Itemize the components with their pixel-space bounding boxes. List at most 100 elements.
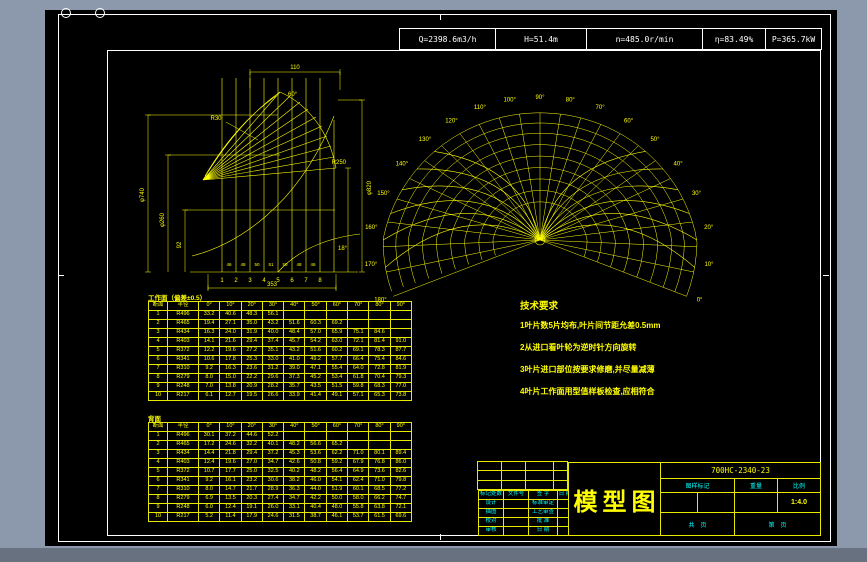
radius-leader-label: R250 <box>332 160 347 166</box>
thickness-value: 46 <box>310 262 316 267</box>
centering-tick <box>440 14 441 20</box>
thickness-value: 46 <box>226 262 232 267</box>
registration-mark-icon <box>95 8 105 18</box>
notes-title: 技术要求 <box>520 301 559 312</box>
table-row: 2 R465 17.2 24.6 32.2 40.1 48.2 56.6 65.2 <box>148 440 413 450</box>
radial-grid-line <box>393 239 541 297</box>
tech-note-item: 2从进口看叶轮为逆时针方向旋转 <box>520 343 637 352</box>
section-number: 6 <box>290 278 294 284</box>
section-number: 5 <box>276 278 280 284</box>
blade-edge-curve <box>539 151 646 241</box>
mark-cell-2 <box>697 492 735 513</box>
table-row: 9 R248 7.0 13.8 20.9 28.2 35.7 43.5 51.5 59.8 68.3… <box>148 382 413 392</box>
param-power: P=365.7kW <box>765 28 822 50</box>
radial-grid-line <box>539 124 602 241</box>
section-number: 1 <box>220 278 224 284</box>
angle-label: 80° <box>566 97 576 103</box>
table-row: 3 R434 16.3 24.0 31.9 40.0 48.4 57.0 65.9 75.1 84.… <box>148 328 413 338</box>
angle-label: 60° <box>624 119 634 125</box>
column-header: 签 字 <box>528 490 558 500</box>
back-face-table: 断面 半径 0° 10° 20° 30° 40° 50° 60° 70° 80° 90° 1 R496 30… <box>148 422 413 522</box>
column-header: 50° <box>304 422 327 432</box>
tech-note-item: 4叶片工作面用型值样板检查,应相符合 <box>520 387 655 396</box>
desktop-bottom-band <box>0 548 867 562</box>
column-header: 80° <box>368 422 391 432</box>
column-header: 70° <box>347 422 370 432</box>
weight-value <box>734 492 778 513</box>
table-row: 4 R403 12.4 19.6 27.0 34.7 42.6 50.8 59.2 67.9 76.… <box>148 458 413 468</box>
table-row: 6 R341 10.6 17.8 25.3 33.0 41.0 49.2 57.7 66.4 75.… <box>148 355 413 365</box>
blade-edge-curve <box>434 151 541 241</box>
angle-label: 130° <box>419 137 432 143</box>
radial-grid-line <box>383 239 541 248</box>
sheet-number: 第 页 <box>734 512 821 536</box>
drawing-sheet: Q=2398.6m3/h H=51.4m n=485.0r/min η=83.4… <box>45 8 837 546</box>
angle-label: 50° <box>650 137 660 143</box>
centering-tick <box>440 534 441 540</box>
angle-top-label: 60° <box>288 92 298 98</box>
blade-edge-curve <box>539 200 690 241</box>
registration-mark-icon <box>61 8 71 18</box>
radial-grid-line <box>478 124 541 241</box>
dimension-lines <box>145 69 365 291</box>
blade-edge-curve <box>539 224 695 268</box>
angle-label: 70° <box>596 105 606 111</box>
table-row: 4 R403 14.1 21.6 29.4 37.4 45.7 54.2 63.0 72.1 81.… <box>148 337 413 347</box>
radial-grid-line <box>519 114 541 241</box>
column-header: 0° <box>197 422 221 432</box>
angle-label: 10° <box>704 262 714 268</box>
table-row: 10 R217 5.2 11.4 17.9 24.6 31.5 38.7 46.1 53.7 61.… <box>148 512 413 522</box>
table-row: 设计 标准审定 <box>478 499 573 509</box>
revision-rows <box>477 461 568 490</box>
drawing-title: 模型图 <box>573 488 661 516</box>
table-row: 5 R372 12.2 19.6 27.2 35.1 43.2 51.6 60.2 69.1 78.… <box>148 346 413 356</box>
column-header: 20° <box>240 422 263 432</box>
tech-note-item: 3叶片进口部位按要求修磨,并尽量减薄 <box>520 365 655 374</box>
table-row: 1 R496 30.1 37.2 44.6 52.2 <box>148 431 413 441</box>
table-row: 10 R217 6.1 12.7 19.5 26.6 33.9 41.4 49.1 57.1 65.… <box>148 391 413 401</box>
table-row: 8 R279 6.9 13.5 20.3 27.4 34.7 42.2 50.0 58.0 66.2… <box>148 494 413 504</box>
table-row: 2 R465 19.4 27.1 35.0 43.2 51.6 60.3 69.2 <box>148 319 413 329</box>
section-number: 2 <box>234 278 238 284</box>
angle-label: 100° <box>503 97 516 103</box>
column-header: 30° <box>261 301 285 311</box>
column-header: 60° <box>325 422 349 432</box>
column-header: 标记处数 <box>478 490 504 500</box>
table-row: 7 R310 8.0 14.7 21.7 28.9 36.3 44.0 51.9 60.1 68.5… <box>148 485 413 495</box>
angle-label: 40° <box>674 162 684 168</box>
dim-top: 110 <box>290 65 300 71</box>
table-row: 校对批 准 <box>478 517 573 527</box>
centering-tick <box>58 275 64 276</box>
radial-grid-line <box>539 178 671 241</box>
radius-small-label: R30 <box>210 116 222 122</box>
table-row: 5 R372 10.7 17.7 25.0 32.5 40.2 48.2 56.4 64.9 73.… <box>148 467 413 477</box>
radial-grid-line <box>539 239 687 297</box>
col-label-weight: 重量 <box>734 478 778 493</box>
section-number: 7 <box>304 278 308 284</box>
blade-edge-curve <box>390 200 541 241</box>
angle-bottom-label: 18° <box>338 246 348 252</box>
column-header: 90° <box>389 301 413 311</box>
meridional-section-drawing: 110 353 φ740 φ260 92 φ820 R250 R30 60° 1… <box>140 65 373 291</box>
column-header: 0° <box>197 301 221 311</box>
sheet-total: 共 页 <box>660 512 735 536</box>
angle-label: 30° <box>692 191 702 197</box>
column-header: 10° <box>219 301 242 311</box>
section-number: 3 <box>248 278 252 284</box>
column-header: 40° <box>283 422 306 432</box>
angle-label: 110° <box>474 105 487 111</box>
column-header: 断面 <box>148 422 168 432</box>
radial-grid-line <box>409 178 541 241</box>
param-speed: n=485.0r/min <box>586 28 703 50</box>
col-label-scale: 比例 <box>777 478 821 493</box>
angle-label: 170° <box>365 262 378 268</box>
column-header: 40° <box>283 301 306 311</box>
angle-label: 120° <box>445 119 458 125</box>
mark-cell-1 <box>660 492 698 513</box>
thickness-value: 51 <box>268 262 274 267</box>
thickness-value: 48 <box>296 262 302 267</box>
column-header: 30° <box>261 422 285 432</box>
dimension-labels: 110 353 φ740 φ260 92 φ820 R250 R30 60° 1… <box>140 65 373 288</box>
column-header: 半径 <box>167 422 199 432</box>
param-flow: Q=2398.6m3/h <box>399 28 496 50</box>
